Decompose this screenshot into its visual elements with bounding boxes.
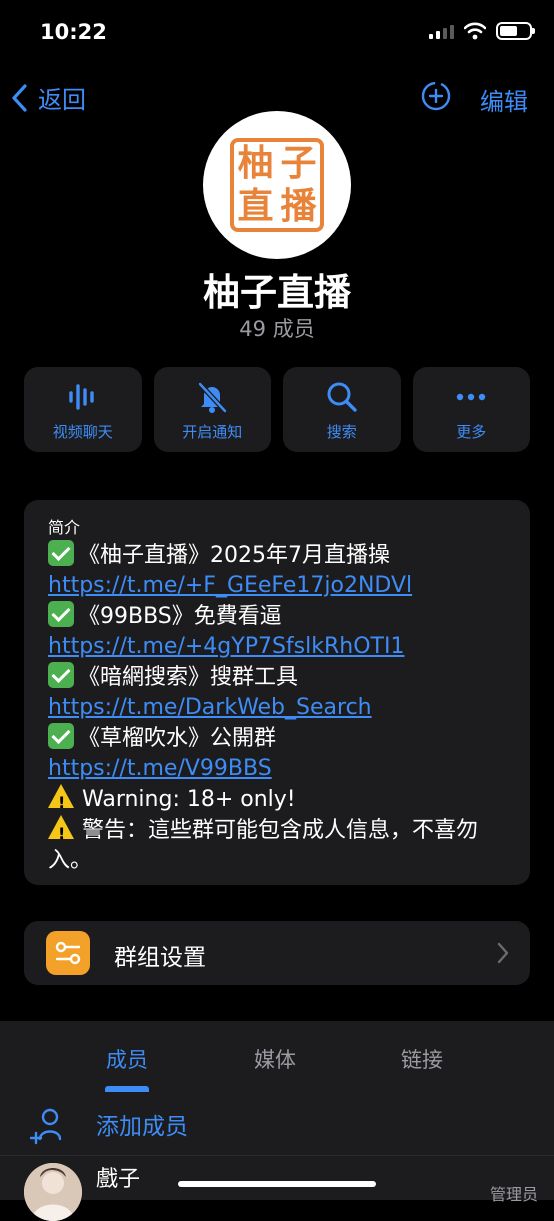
add-member-label: 添加成员 — [96, 1114, 188, 1140]
intro-item: 《暗網搜索》搜群工具 — [48, 662, 506, 693]
cellular-signal-icon — [429, 23, 454, 39]
member-avatar[interactable] — [24, 1163, 82, 1221]
back-label: 返回 — [38, 86, 86, 114]
member-role-badge: 管理员 — [489, 1185, 538, 1204]
intro-link[interactable]: https://t.me/DarkWeb_Search — [48, 695, 372, 720]
warning-zh-row: 警告：這些群可能包含成人信息，不喜勿入。 — [48, 815, 506, 876]
add-circle-icon — [421, 81, 451, 111]
warning-icon — [48, 815, 74, 849]
enable-notifications-button[interactable]: 开启通知 — [153, 367, 271, 452]
check-mark-icon — [48, 723, 74, 749]
more-button[interactable]: 更多 — [412, 367, 530, 452]
check-mark-icon — [48, 601, 74, 627]
intro-link-row: https://t.me/V99BBS — [48, 754, 506, 784]
wifi-icon — [464, 22, 486, 40]
logo-char: 直 — [237, 186, 274, 227]
intro-item: 《99BBS》免費看逼 — [48, 601, 506, 632]
chevron-right-icon — [497, 942, 509, 964]
member-count: 49 成员 — [239, 317, 315, 341]
intro-card: 简介 《柚子直播》2025年7月直播操 https://t.me/+F_GEeF… — [24, 500, 530, 885]
logo-char: 子 — [280, 143, 317, 184]
intro-link[interactable]: https://t.me/V99BBS — [48, 756, 272, 781]
member-name[interactable]: 戲子 — [96, 1161, 140, 1193]
warning-en-row: Warning: 18+ only! — [48, 784, 506, 818]
video-chat-label: 视频聊天 — [52, 423, 113, 441]
intro-title: 简介 — [48, 518, 81, 537]
intro-link-row: https://t.me/+4gYP7SfslkRhOTI1 — [48, 632, 506, 662]
search-icon — [327, 382, 357, 412]
home-indicator — [178, 1181, 376, 1187]
bell-muted-icon — [197, 381, 228, 414]
intro-item: 《草榴吹水》公開群 — [48, 723, 506, 754]
action-row: 视频聊天 开启通知 搜索 更多 — [24, 367, 530, 452]
battery-icon — [496, 22, 535, 40]
group-name: 柚子直播 — [203, 271, 351, 314]
intro-item: 《柚子直播》2025年7月直播操 — [48, 540, 506, 571]
logo-char: 柚 — [237, 143, 274, 184]
intro-link-row: https://t.me/DarkWeb_Search — [48, 693, 506, 723]
video-chat-button[interactable]: 视频聊天 — [24, 367, 142, 452]
warning-en-text: Warning: 18+ only! — [82, 787, 296, 812]
check-mark-icon — [48, 540, 74, 566]
more-icon — [457, 393, 486, 401]
status-time: 10:22 — [40, 20, 107, 44]
add-circle-button[interactable] — [420, 80, 452, 116]
more-label: 更多 — [456, 423, 487, 441]
intro-item-text: 《99BBS》免費看逼 — [78, 604, 282, 629]
intro-link[interactable]: https://t.me/+F_GEeFe17jo2NDVl — [48, 573, 412, 598]
voice-wave-icon — [69, 384, 94, 410]
warning-zh-text: 警告：這些群可能包含成人信息，不喜勿入。 — [48, 818, 479, 873]
add-member-row[interactable]: 添加成员 — [0, 1093, 554, 1156]
intro-link[interactable]: https://t.me/+4gYP7SfslkRhOTI1 — [48, 634, 404, 659]
chevron-left-icon — [12, 83, 27, 112]
intro-item-text: 《柚子直播》2025年7月直播操 — [78, 543, 390, 568]
battery-level — [500, 26, 517, 36]
edit-button[interactable]: 编辑 — [480, 82, 528, 117]
status-icons — [429, 22, 535, 40]
intro-link-row: https://t.me/+F_GEeFe17jo2NDVl — [48, 571, 506, 601]
intro-item-text: 《草榴吹水》公開群 — [78, 726, 277, 751]
settings-sliders-icon — [46, 931, 90, 975]
warning-icon — [48, 784, 74, 818]
search-button[interactable]: 搜索 — [283, 367, 401, 452]
group-settings-label: 群组设置 — [114, 945, 206, 971]
check-mark-icon — [48, 662, 74, 688]
group-settings-row[interactable]: 群组设置 — [24, 921, 530, 985]
add-person-icon — [30, 1108, 62, 1145]
back-button[interactable]: 返回 — [10, 80, 86, 115]
group-logo: 柚 子 直 播 — [230, 138, 324, 232]
logo-char: 播 — [280, 186, 317, 227]
status-bar: 10:22 — [0, 0, 554, 62]
tab-members[interactable]: 成员 — [106, 1044, 148, 1074]
tab-media[interactable]: 媒体 — [254, 1044, 296, 1074]
intro-item-text: 《暗網搜索》搜群工具 — [78, 665, 299, 690]
group-avatar[interactable]: 柚 子 直 播 — [203, 111, 351, 259]
active-tab-indicator — [105, 1086, 149, 1092]
enable-notifications-label: 开启通知 — [182, 423, 243, 441]
search-label: 搜索 — [326, 423, 357, 441]
tab-links[interactable]: 链接 — [401, 1044, 443, 1074]
member-tabs: 成员 媒体 链接 — [0, 1021, 554, 1093]
